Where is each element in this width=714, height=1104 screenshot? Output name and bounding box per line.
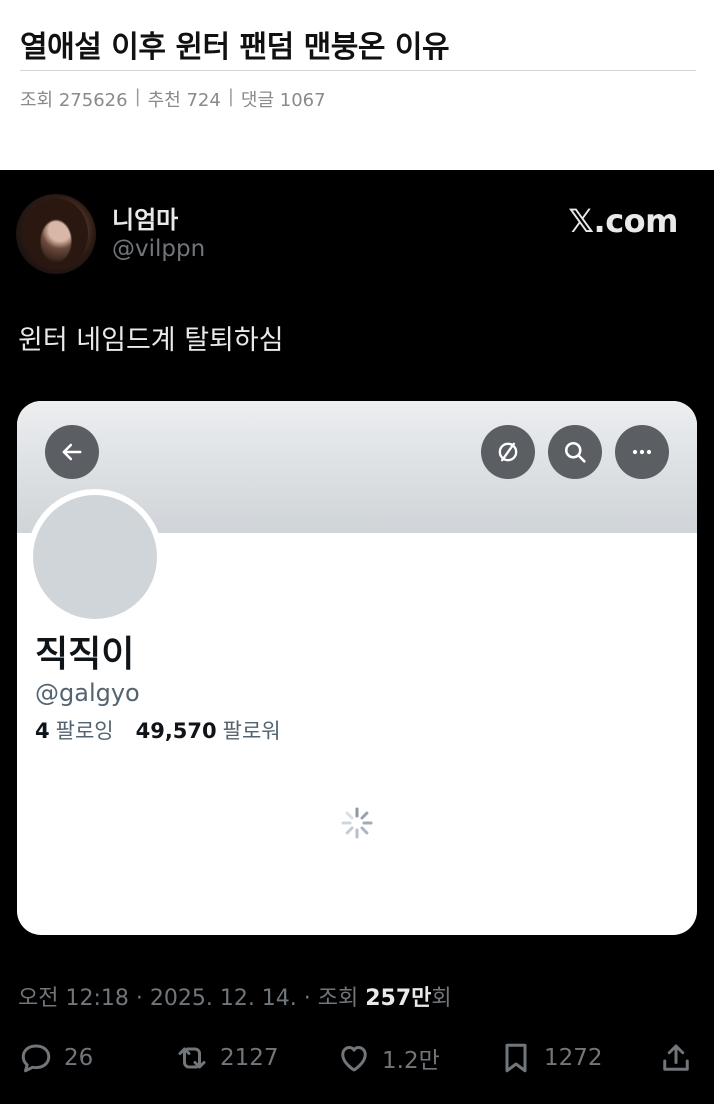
- tweet-actions: 26 2127 1.2만 1272: [0, 1038, 714, 1078]
- reply-button[interactable]: 26: [18, 1038, 93, 1078]
- bookmark-button[interactable]: 1272: [498, 1038, 603, 1078]
- loading-spinner-icon: [341, 807, 373, 839]
- reply-icon: [21, 1044, 51, 1073]
- share-icon: [663, 1044, 689, 1071]
- followers-label[interactable]: 팔로워: [223, 715, 281, 745]
- search-icon: [564, 441, 586, 463]
- repost-icon: [178, 1047, 206, 1069]
- tweet-view-suffix: 회: [431, 986, 452, 1011]
- profile-handle: @galgyo: [35, 679, 140, 707]
- tweet-timestamp: 오전 12:18 · 2025. 12. 14. · 조회 257만회: [18, 980, 452, 1012]
- search-button[interactable]: [548, 425, 602, 479]
- profile-avatar[interactable]: [27, 489, 163, 625]
- tweet-handle[interactable]: @vilppn: [112, 236, 205, 262]
- profile-stats: 4 팔로잉 49,570 팔로워: [35, 715, 281, 745]
- tweet-card: 니엄마 @vilppn 𝕏.com 윈터 네임드계 탈퇴하심 직직이 @galg…: [0, 170, 714, 1104]
- reply-count: 26: [64, 1045, 94, 1071]
- share-button[interactable]: [658, 1038, 694, 1078]
- embedded-profile-image[interactable]: 직직이 @galgyo 4 팔로잉 49,570 팔로워: [17, 401, 697, 935]
- more-button[interactable]: [615, 425, 669, 479]
- profile-name: 직직이: [35, 634, 135, 675]
- hide-button[interactable]: [481, 425, 535, 479]
- followers-count[interactable]: 49,570: [136, 719, 217, 743]
- meta-separator: |: [134, 86, 141, 107]
- post-divider: [20, 70, 696, 71]
- following-label[interactable]: 팔로잉: [56, 715, 114, 745]
- repost-count: 2127: [220, 1045, 279, 1071]
- post-views: 조회 275626: [20, 90, 128, 111]
- back-button[interactable]: [45, 425, 99, 479]
- avatar[interactable]: [16, 194, 96, 274]
- tweet-text: 윈터 네임드계 탈퇴하심: [18, 325, 284, 356]
- post-title: 열애설 이후 윈터 팬덤 맨붕온 이유: [20, 30, 450, 65]
- bookmark-count: 1272: [544, 1045, 603, 1071]
- meta-separator: |: [227, 86, 234, 107]
- post-recommends: 추천 724: [147, 90, 221, 111]
- like-button[interactable]: 1.2만: [336, 1038, 440, 1078]
- x-logo[interactable]: 𝕏.com: [568, 202, 678, 240]
- tweet-display-name[interactable]: 니엄마: [112, 200, 178, 235]
- following-count[interactable]: 4: [35, 719, 50, 743]
- post-comments[interactable]: 댓글 1067: [241, 86, 326, 112]
- bookmark-icon: [505, 1043, 527, 1073]
- tweet-time[interactable]: 오전 12:18 · 2025. 12. 14. · 조회: [18, 986, 365, 1011]
- like-count: 1.2만: [382, 1048, 440, 1074]
- post-meta: 조회 275626 | 추천 724 | 댓글 1067: [20, 86, 326, 112]
- tweet-view-count: 257만: [365, 986, 432, 1011]
- more-icon: [632, 449, 652, 455]
- like-icon: [341, 1046, 367, 1072]
- hide-icon: [498, 442, 518, 462]
- back-arrow-icon: [62, 443, 82, 461]
- repost-button[interactable]: 2127: [174, 1038, 279, 1078]
